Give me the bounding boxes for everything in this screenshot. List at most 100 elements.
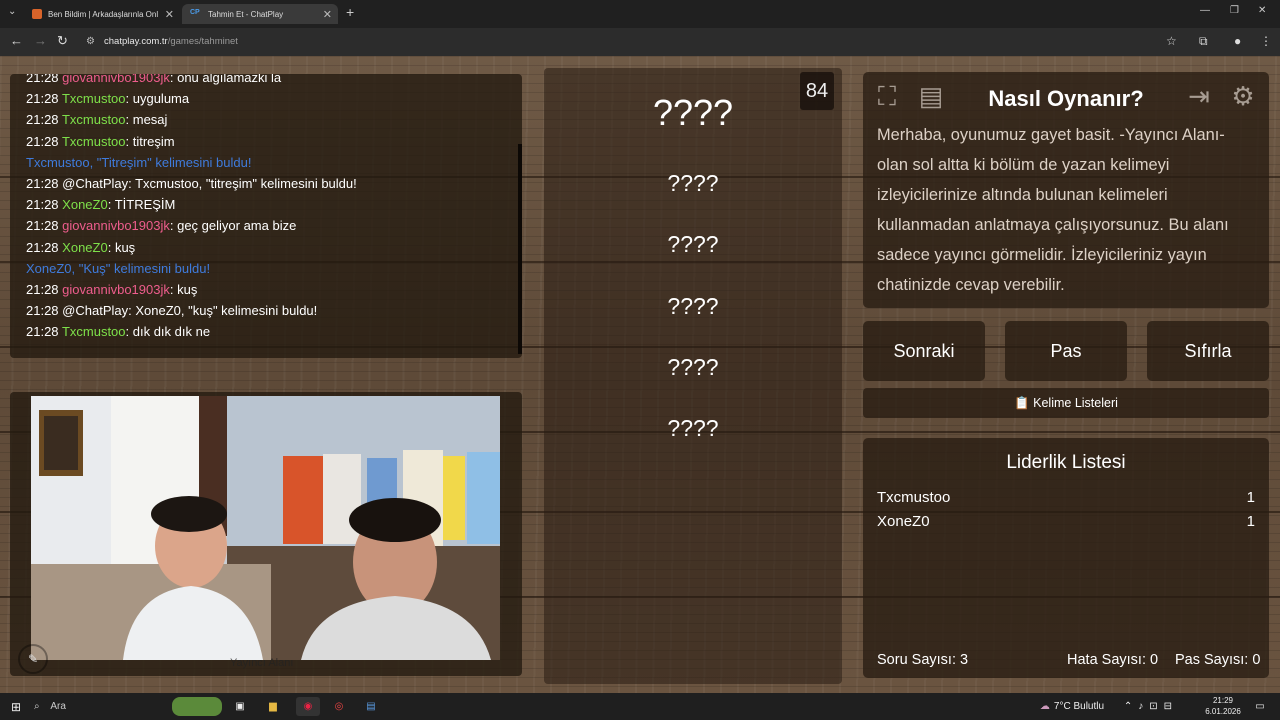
chat-message: 21:28 Txcmustoo: mesaj — [10, 109, 522, 130]
chat-message-list: 21:28 giovannivbo1903jk: onu algılamazki… — [10, 74, 522, 342]
chat-username[interactable]: Txcmustoo — [62, 134, 126, 149]
chat-timestamp: 21:28 — [26, 197, 59, 213]
new-tab-button[interactable]: + — [346, 4, 354, 20]
chat-username[interactable]: giovannivbo1903jk — [62, 74, 170, 85]
chat-system-message: XoneZ0, "Kuş" kelimesini buldu! — [26, 260, 211, 276]
game-stats: Soru Sayısı: 3 Hata Sayısı: 0 Pas Sayısı… — [877, 652, 1261, 668]
next-button[interactable]: Sonraki — [863, 321, 985, 381]
game-page: 21:28 giovannivbo1903jk: onu algılamazki… — [0, 56, 1280, 693]
chat-username[interactable]: giovannivbo1903jk — [62, 282, 170, 297]
app-window-icon[interactable]: ▤ — [361, 697, 381, 716]
chat-message: 21:28 @ChatPlay: Txcmustoo, "titreşim" k… — [10, 173, 522, 194]
chat-username[interactable]: XoneZ0 — [62, 240, 108, 255]
word-lists-label: Kelime Listeleri — [1033, 396, 1118, 410]
webcam-video — [31, 396, 500, 660]
player-score: 1 — [1246, 513, 1255, 530]
forward-icon[interactable]: → — [34, 33, 47, 48]
chat-username[interactable]: XoneZ0 — [62, 197, 108, 212]
tab-benbildim[interactable]: Ben Bildim | Arkadaşlarınla Onl ✕ — [24, 4, 180, 24]
exit-icon[interactable]: ⇥ — [1183, 80, 1215, 112]
pencil-icon[interactable]: ✎ — [18, 644, 48, 674]
pass-button[interactable]: Pas — [1005, 321, 1127, 381]
url-host: chatplay.com.tr — [104, 36, 168, 47]
extensions-icon[interactable]: ⧉ — [1199, 34, 1208, 49]
bookmark-star-icon[interactable]: ☆ — [1166, 34, 1177, 48]
current-word: ???? — [652, 92, 734, 133]
address-bar: ← → ↻ ⚙ chatplay.com.tr/games/tahminet ☆… — [0, 28, 1280, 56]
chat-timestamp: 21:28 — [26, 133, 59, 149]
weather-text: 7°C Bulutlu — [1053, 701, 1105, 712]
app-icon[interactable]: ◎ — [330, 697, 348, 716]
clock[interactable]: 21:29 6.01.2026 — [1200, 695, 1246, 717]
chat-timestamp: 21:28 — [26, 74, 59, 85]
chat-timestamp: 21:28 — [26, 218, 59, 234]
chat-text: : geç geliyor ama bize — [169, 218, 297, 234]
reset-button[interactable]: Sıfırla — [1147, 321, 1269, 381]
taskbar-search[interactable]: ⌕ Ara — [34, 697, 164, 716]
webcam-image — [31, 396, 500, 660]
chat-timestamp: 21:28 — [26, 239, 59, 255]
url-path: /games/tahminet — [167, 36, 238, 47]
windows-taskbar: ⊞ ⌕ Ara ▣ ▆ ◉ ◎ ▤ ☁ 7°C Bulutlu ⌃♪⊡⊟ 21:… — [0, 693, 1280, 720]
chat-text: : titreşim — [125, 133, 175, 149]
player-name: XoneZ0 — [877, 513, 930, 530]
tab-title: Ben Bildim | Arkadaşlarınla Onl — [48, 9, 158, 19]
chat-username[interactable]: Txcmustoo — [62, 324, 126, 339]
tab-chatplay[interactable]: CP Tahmin Et - ChatPlay ✕ — [182, 4, 338, 24]
chrome-icon[interactable]: ◉ — [296, 697, 320, 716]
leaderboard-row: Txcmustoo 1 — [877, 489, 1255, 506]
chat-text: : onu algılamazki la — [169, 74, 282, 85]
menu-kebab-icon[interactable]: ⋮ — [1260, 34, 1272, 48]
notification-icon[interactable]: ▭ — [1252, 697, 1268, 716]
task-view-icon[interactable]: ▣ — [232, 697, 248, 716]
cloud-icon: ☁ — [1039, 701, 1050, 712]
settings-gear-icon[interactable]: ⚙ — [1227, 80, 1259, 112]
forbidden-word: ???? — [667, 354, 719, 380]
close-tab-icon[interactable]: ✕ — [323, 8, 332, 21]
chat-text: : dık dık dık ne — [125, 324, 211, 340]
tab-search-icon[interactable]: ⌄ — [8, 6, 16, 17]
url-field[interactable]: chatplay.com.tr/games/tahminet — [104, 36, 238, 47]
chat-panel[interactable]: 21:28 giovannivbo1903jk: onu algılamazki… — [10, 74, 522, 358]
chat-message: 21:28 @ChatPlay: XoneZ0, "kuş" kelimesin… — [10, 300, 522, 321]
forbidden-word: ???? — [667, 170, 719, 196]
chat-username[interactable]: Txcmustoo — [62, 112, 126, 127]
minimize-icon[interactable]: — — [1200, 5, 1210, 16]
hidden-words-panel: 84 ???? ???? ???? ???? ???? ???? — [544, 68, 842, 684]
word-lists-button[interactable]: 📋 Kelime Listeleri — [863, 388, 1269, 418]
windows-start-icon[interactable]: ⊞ — [8, 697, 24, 716]
leaderboard-title: Liderlik Listesi — [1006, 452, 1126, 473]
clock-time: 21:29 — [1212, 696, 1234, 705]
chat-timestamp: 21:28 — [26, 324, 59, 340]
chat-message: 21:28 Txcmustoo: uyguluma — [10, 88, 522, 109]
forbidden-word: ???? — [667, 293, 719, 319]
close-tab-icon[interactable]: ✕ — [165, 8, 174, 21]
pass-count: Pas Sayısı: 0 — [1175, 652, 1261, 668]
chat-message: 21:28 giovannivbo1903jk: kuş — [10, 279, 522, 300]
file-explorer-icon[interactable]: ▆ — [264, 697, 282, 716]
chat-timestamp: 21:28 — [26, 112, 59, 128]
chat-username[interactable]: Txcmustoo — [62, 91, 126, 106]
back-icon[interactable]: ← — [10, 33, 23, 48]
system-tray-icons[interactable]: ⌃♪⊡⊟ — [1106, 697, 1196, 716]
favicon-icon: CP — [190, 9, 200, 16]
streamer-area-label: Yayıncı Alanı — [230, 657, 294, 669]
chat-username[interactable]: giovannivbo1903jk — [62, 218, 170, 233]
chat-timestamp: 21:28 — [26, 303, 59, 319]
chat-text: : uyguluma — [125, 91, 190, 107]
site-info-icon[interactable]: ⚙ — [86, 36, 95, 47]
error-count: Hata Sayısı: 0 — [1067, 652, 1159, 668]
player-score: 1 — [1246, 489, 1255, 506]
tab-title: Tahmin Et - ChatPlay — [208, 9, 284, 19]
widget-icon[interactable] — [172, 697, 222, 716]
tab-bar: ⌄ Ben Bildim | Arkadaşlarınla Onl ✕ CP T… — [0, 0, 1280, 28]
profile-avatar-icon[interactable]: ● — [1234, 34, 1241, 48]
restore-icon[interactable]: ❐ — [1230, 5, 1239, 16]
chat-text: : kuş — [107, 239, 136, 255]
chat-text: : kuş — [169, 281, 198, 297]
player-name: Txcmustoo — [877, 489, 951, 506]
chat-message: 21:28 Txcmustoo: dık dık dık ne — [10, 321, 522, 342]
close-window-icon[interactable]: ✕ — [1258, 5, 1266, 16]
reload-icon[interactable]: ↻ — [57, 33, 68, 49]
chat-scrollbar[interactable] — [518, 144, 522, 354]
